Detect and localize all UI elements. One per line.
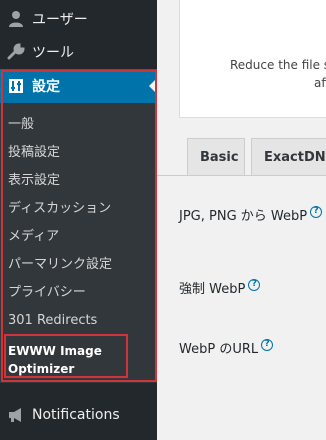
sidebar-item-users[interactable]: ユーザー [0,2,157,36]
notice-line2: affe [314,76,326,90]
field-label: WebP のURL [179,342,259,357]
submenu-item-writing[interactable]: 投稿設定 [8,144,60,162]
field-label: JPG, PNG から WebP [179,209,308,224]
submenu-item-label-line2: Optimizer [8,362,75,376]
submenu-item-label-line1: EWWW Image [8,344,102,358]
notice-line1: Reduce the file si [230,58,326,72]
user-icon [5,8,27,30]
submenu-item-301-redirects[interactable]: 301 Redirects [8,312,97,330]
current-menu-pointer [149,78,157,94]
help-icon[interactable]: ? [261,338,274,351]
submenu-item-general[interactable]: 一般 [8,116,34,134]
submenu-item-ewww-image-optimizer[interactable]: EWWW Image Optimizer [8,342,102,378]
settings-submenu: 一般 投稿設定 表示設定 ディスカッション メディア パーマリンク設定 プライバ… [0,103,157,383]
sidebar-item-settings[interactable]: 設定 [0,69,157,103]
submenu-item-reading[interactable]: 表示設定 [8,172,60,190]
megaphone-icon [5,404,27,426]
sidebar-item-label: Notifications [32,407,120,423]
submenu-item-discussion[interactable]: ディスカッション [8,200,111,218]
field-jpg-png-webp: JPG, PNG から WebP ? [179,205,323,224]
submenu-item-permalinks[interactable]: パーマリンク設定 [8,256,112,274]
admin-sidebar: ユーザー ツール 設定 一般 投稿設定 表示設定 ディスカッション メディア パ… [0,0,157,440]
wrench-icon [5,41,27,63]
settings-sliders-icon [5,75,27,97]
sidebar-item-label: ツール [32,45,74,61]
sidebar-item-tools[interactable]: ツール [0,35,157,69]
sidebar-item-notifications[interactable]: Notifications [0,398,157,432]
field-force-webp: 強制 WebP ? [179,278,261,297]
help-icon[interactable]: ? [310,205,323,218]
sidebar-item-label: 設定 [32,79,60,95]
help-icon[interactable]: ? [248,278,261,291]
notice-card: Reduce the file si affe [179,0,326,118]
tabs-divider [157,175,326,176]
sidebar-item-label: ユーザー [32,12,88,28]
submenu-item-privacy[interactable]: プライバシー [8,284,86,302]
main-content: Reduce the file si affe Basic ExactDN JP… [157,0,326,440]
notice-text: Reduce the file si affe [230,56,326,92]
field-webp-url: WebP のURL ? [179,338,274,357]
tab-basic[interactable]: Basic [187,138,245,176]
field-label: 強制 WebP [179,282,246,297]
submenu-item-media[interactable]: メディア [8,228,59,246]
tab-exactdn[interactable]: ExactDN [251,138,326,176]
